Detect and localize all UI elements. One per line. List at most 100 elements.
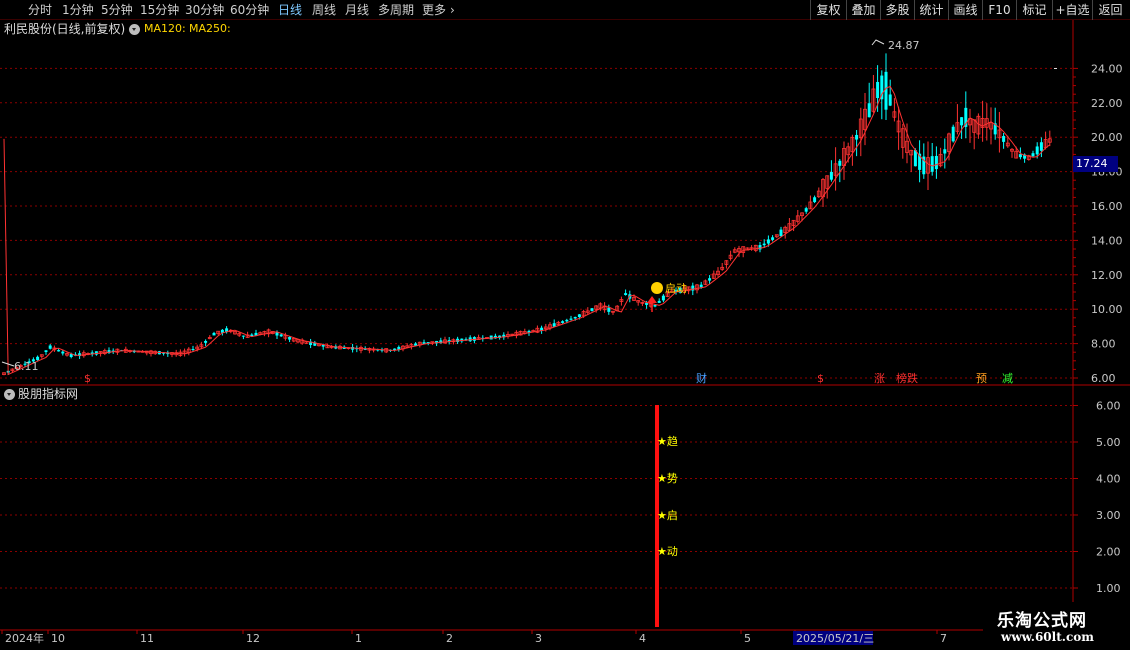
date-label: 10 [51,632,65,645]
candle-body [241,335,245,337]
event-marker-0: $ [84,372,91,385]
high-price-label: 24.87 [888,39,920,52]
date-label: 12 [246,632,260,645]
candle-body [577,314,581,318]
star-label-0: ★趋 [657,435,678,448]
candle-body [771,237,775,240]
candle-body [699,284,703,288]
high-marker [871,39,885,46]
candle-body [1035,146,1039,155]
y-tick-label: 14.00 [1091,234,1123,247]
brand-watermark: 乐淘公式网 www.60lt.com [983,602,1130,650]
chevron-down-icon[interactable] [4,389,15,400]
candle-body [762,243,766,246]
candle-body [804,208,808,212]
y-tick-label: 16.00 [1091,200,1123,213]
candle-body [934,155,938,170]
date-label: 1 [355,632,362,645]
candle-body [930,156,934,172]
candle-body [57,350,61,352]
event-marker-6: 减 [1002,372,1013,385]
candle-body [779,229,783,237]
candle-body [48,345,52,349]
y-tick-label: 6.00 [1091,372,1116,385]
cursor-dot [1054,68,1057,69]
candle-body [884,71,888,110]
date-label: 3 [535,632,542,645]
date-label: 4 [639,632,646,645]
star-label-1: ★势 [657,472,678,485]
candle-body [288,337,292,340]
candle-body [867,103,871,118]
candle-body [766,239,770,244]
brand-url: www.60lt.com [1001,630,1094,644]
event-marker-3: 涨 [874,372,885,385]
indicator-y-tick-label: 5.00 [1096,436,1121,449]
date-label: 2024年 [5,631,44,645]
candle-body [1039,142,1043,151]
candle-body [838,160,842,166]
date-label: 11 [140,632,154,645]
indicator-y-tick-label: 6.00 [1096,400,1121,413]
indicator-y-tick-label: 4.00 [1096,473,1121,486]
y-tick-label: 12.00 [1091,269,1123,282]
candle-body [943,149,947,154]
candle-body [691,285,695,291]
candle-body [657,300,661,303]
indicator-title: 股朋指标网 [18,387,79,401]
candle-body [661,295,665,301]
candle-body [607,307,611,312]
candle-body [855,134,859,140]
chart-canvas[interactable]: 24.00 22.00 20.00 1 8.00 16.00 14.00 12.00 10.00… [0,0,1130,650]
candle-body [1031,153,1035,157]
candle-body [212,332,216,336]
candle-body [653,305,657,307]
candle-body [61,351,65,354]
star-label-2: ★启 [657,509,678,522]
signal-icon[interactable] [651,282,663,294]
candle-body [708,278,712,281]
event-marker-4: 榜跌 [896,371,918,385]
indicator-y-tick-label: 3.00 [1096,509,1121,522]
current-price-tag: 17.24 [1073,156,1118,172]
candle-body [561,321,565,323]
candle-body [876,81,880,99]
candle-body [590,308,594,311]
candle-body [44,350,48,353]
date-label-highlight: 2025/05/21/三 [796,632,874,645]
date-label: 7 [940,632,947,645]
candle-body [204,340,208,343]
arrow-up-icon [647,296,657,303]
candle-body [573,316,577,319]
y-tick-label: 24.00 [1091,62,1123,75]
y-tick-label: 20.00 [1091,131,1123,144]
ma-line [3,85,1051,376]
low-price-label: 6.11 [14,360,39,373]
brand-name: 乐淘公式网 [997,611,1087,631]
stock-chart-window: 分时 1分钟 5分钟 15分钟 30分钟 60分钟 日线 周线 月线 多周期 更… [0,0,1130,650]
candle-body [888,94,892,106]
candle-body [565,319,569,322]
y-tick-label: 8.00 [1091,338,1116,351]
candle-body [813,197,817,203]
date-label: 5 [744,632,751,645]
event-marker-5: 预 [976,372,987,385]
candle-body [275,332,279,336]
candle-body [1018,154,1022,158]
candle-body [913,150,917,167]
candle-body [569,318,573,320]
candle-body [624,293,628,295]
indicator-y-tick-label: 1.00 [1096,582,1121,595]
signal-label: 启动 [665,282,687,295]
event-marker-1: 财 [696,371,707,385]
candle-body [1002,136,1006,142]
y-tick-label: 10.00 [1091,303,1123,316]
y-tick-label: 22.00 [1091,97,1123,110]
candle-body [191,348,195,350]
candle-body [960,117,964,126]
candle-body [829,171,833,180]
candle-body [758,245,762,250]
event-marker-2: $ [817,372,824,385]
candle-body [279,334,283,337]
indicator-y-tick-label: 2.00 [1096,546,1121,559]
